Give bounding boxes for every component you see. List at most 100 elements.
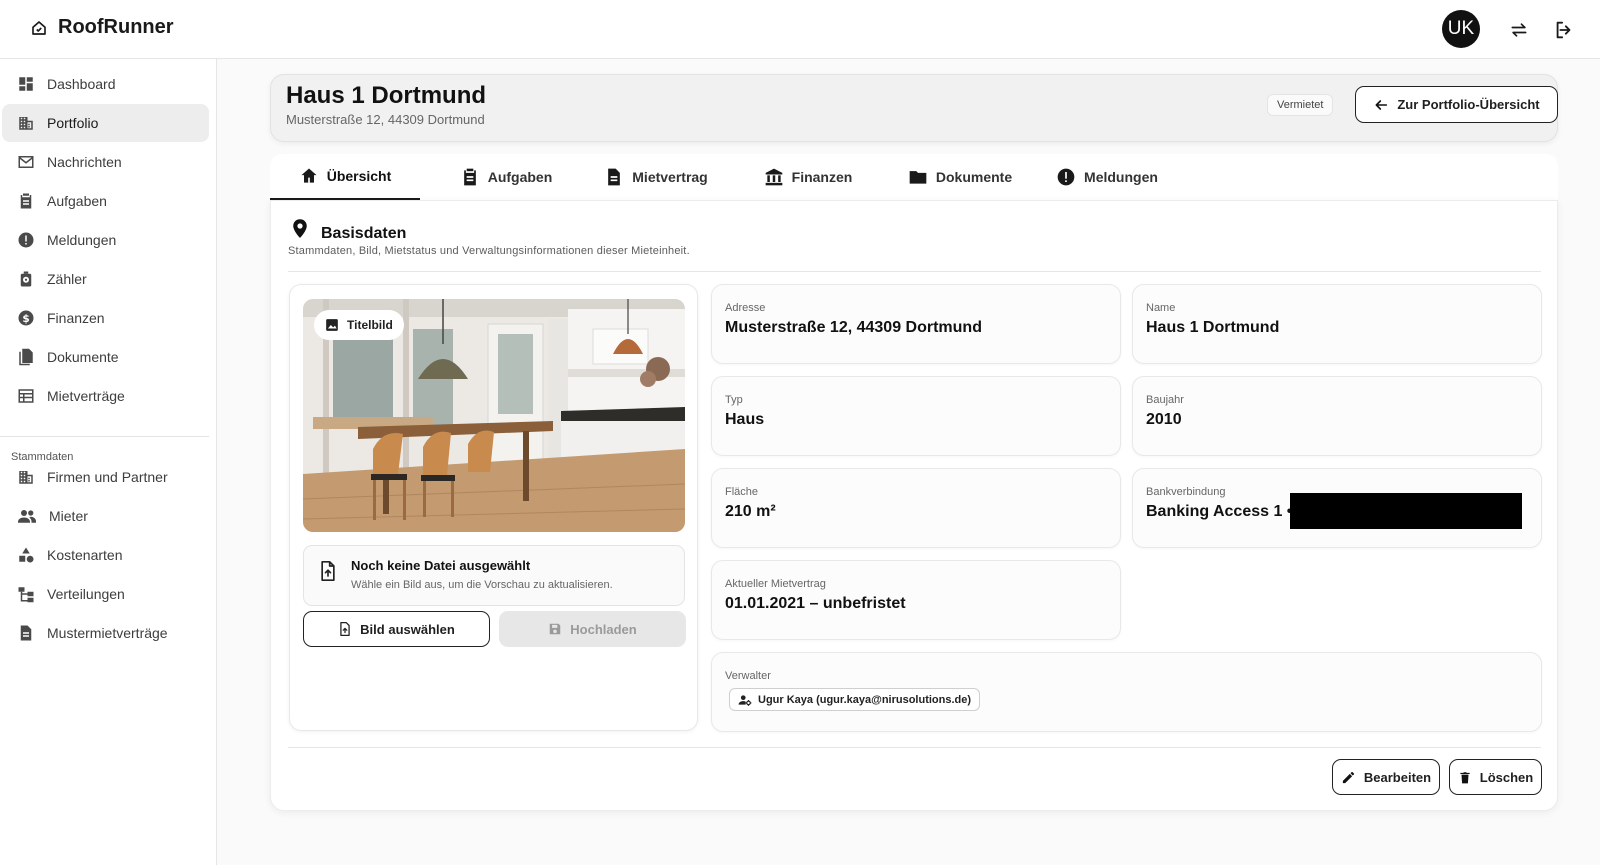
svg-text:$: $	[22, 313, 29, 325]
back-button-label: Zur Portfolio-Übersicht	[1397, 97, 1540, 112]
logout-icon	[1553, 19, 1575, 41]
field-label: Aktueller Mietvertrag	[725, 578, 826, 590]
sidebar-item-dokumente[interactable]: Dokumente	[2, 338, 209, 376]
edit-button[interactable]: Bearbeiten	[1332, 759, 1440, 795]
select-image-label: Bild auswählen	[360, 621, 455, 637]
brand[interactable]: RoofRunner	[30, 16, 174, 39]
sidebar-item-mietvertraege[interactable]: Mietverträge	[2, 377, 209, 415]
tab-label: Meldungen	[1084, 169, 1158, 185]
swap-arrows-icon	[1509, 20, 1529, 40]
switch-button[interactable]	[1506, 17, 1532, 43]
field-verwalter: Verwalter Ugur Kaya (ugur.kaya@nirusolut…	[711, 652, 1542, 732]
file-status-title: Noch keine Datei ausgewählt	[351, 558, 531, 573]
trash-icon	[1458, 770, 1472, 785]
sidebar-item-label: Dokumente	[47, 349, 119, 365]
sidebar-item-label: Mieter	[49, 508, 88, 524]
field-bankverbindung: Bankverbindung Banking Access 1 •	[1132, 468, 1542, 548]
sidebar-item-mustermietvertraege[interactable]: Mustermietverträge	[2, 614, 209, 652]
tree-icon	[17, 585, 35, 603]
tab-label: Aufgaben	[487, 169, 553, 185]
app-name: RoofRunner	[58, 16, 174, 38]
basisdaten-panel: Basisdaten Stammdaten, Bild, Mietstatus …	[270, 200, 1558, 811]
sidebar-item-label: Meldungen	[47, 232, 117, 248]
sidebar-item-firmen[interactable]: Firmen und Partner	[2, 458, 209, 496]
field-mietvertrag: Aktueller Mietvertrag 01.01.2021 – unbef…	[711, 560, 1121, 640]
alert-icon	[1056, 167, 1076, 187]
sidebar-item-label: Firmen und Partner	[47, 469, 168, 485]
sidebar-item-label: Portfolio	[47, 115, 99, 131]
tab-dokumente[interactable]: Dokumente	[890, 154, 1030, 200]
tab-finanzen[interactable]: Finanzen	[748, 154, 868, 200]
select-image-button[interactable]: Bild auswählen	[303, 611, 490, 647]
tab-label: Mietvertrag	[632, 169, 708, 185]
field-adresse: Adresse Musterstraße 12, 44309 Dortmund	[711, 284, 1121, 364]
manager-chip[interactable]: Ugur Kaya (ugur.kaya@nirusolutions.de)	[729, 688, 981, 711]
sidebar-item-kostenarten[interactable]: Kostenarten	[2, 536, 209, 574]
sidebar-item-label: Aufgaben	[47, 193, 107, 209]
sidebar-item-mieter[interactable]: Mieter	[2, 497, 209, 535]
tab-label: Dokumente	[935, 169, 1013, 185]
field-typ: Typ Haus	[711, 376, 1121, 456]
file-upload-icon	[318, 560, 338, 582]
field-value: Musterstraße 12, 44309 Dortmund	[725, 319, 982, 336]
upload-button[interactable]: Hochladen	[499, 611, 686, 647]
sidebar-item-finanzen[interactable]: $ Finanzen	[2, 299, 209, 337]
property-header: Haus 1 Dortmund Musterstraße 12, 44309 D…	[270, 74, 1558, 142]
file-status-box: Noch keine Datei ausgewählt Wähle ein Bi…	[303, 545, 685, 606]
delete-button[interactable]: Löschen	[1449, 759, 1542, 795]
section-title: Basisdaten	[321, 225, 407, 242]
sidebar-item-meldungen[interactable]: Meldungen	[2, 221, 209, 259]
category-icon	[17, 546, 35, 564]
tab-bar: Übersicht Aufgaben Mietvertrag Finanzen …	[270, 154, 1558, 200]
property-photo: Titelbild	[303, 299, 685, 532]
manager-chip-label: Ugur Kaya (ugur.kaya@nirusolutions.de)	[758, 693, 972, 706]
building-icon	[17, 114, 35, 132]
field-name: Name Haus 1 Dortmund	[1132, 284, 1542, 364]
tab-mietvertrag[interactable]: Mietvertrag	[590, 154, 722, 200]
sidebar-item-zaehler[interactable]: Zähler	[2, 260, 209, 298]
titelbild-label: Titelbild	[347, 318, 393, 332]
page-title: Haus 1 Dortmund	[286, 82, 487, 109]
building-icon	[17, 468, 35, 486]
manage-accounts-icon	[738, 693, 752, 707]
folder-icon	[908, 167, 928, 187]
footer-divider	[288, 747, 1541, 748]
sidebar-item-label: Zähler	[47, 271, 87, 287]
arrow-left-icon	[1373, 97, 1389, 113]
logout-button[interactable]	[1551, 17, 1577, 43]
field-baujahr: Baujahr 2010	[1132, 376, 1542, 456]
sidebar-item-aufgaben[interactable]: Aufgaben	[2, 182, 209, 220]
field-label: Bankverbindung	[1146, 486, 1226, 498]
field-label: Baujahr	[1146, 394, 1184, 406]
clipboard-icon	[460, 167, 480, 187]
field-label: Adresse	[725, 302, 766, 314]
bank-icon	[764, 167, 784, 187]
field-label: Verwalter	[725, 670, 771, 682]
clipboard-icon	[17, 192, 35, 210]
edit-label: Bearbeiten	[1363, 769, 1432, 785]
sidebar-item-portfolio[interactable]: Portfolio	[2, 104, 209, 142]
sidebar-divider	[0, 436, 209, 437]
sidebar-item-label: Mustermietverträge	[47, 625, 168, 641]
field-value: 01.01.2021 – unbefristet	[725, 595, 906, 612]
sidebar-item-dashboard[interactable]: Dashboard	[2, 65, 209, 103]
document-icon	[17, 624, 35, 642]
back-to-portfolio-button[interactable]: Zur Portfolio-Übersicht	[1355, 86, 1558, 123]
dashboard-icon	[17, 75, 35, 93]
user-avatar[interactable]: UK	[1442, 10, 1480, 48]
people-icon	[17, 507, 37, 525]
tab-uebersicht[interactable]: Übersicht	[270, 154, 420, 200]
table-icon	[17, 387, 35, 405]
tab-meldungen[interactable]: Meldungen	[1042, 154, 1172, 200]
document-icon	[604, 167, 624, 187]
sidebar-item-nachrichten[interactable]: Nachrichten	[2, 143, 209, 181]
titelbild-chip: Titelbild	[314, 310, 404, 340]
pencil-icon	[1341, 770, 1356, 785]
field-label: Name	[1146, 302, 1176, 314]
tab-label: Finanzen	[791, 169, 853, 185]
status-badge: Vermietet	[1267, 94, 1334, 116]
field-value: Haus	[725, 411, 765, 428]
tab-aufgaben[interactable]: Aufgaben	[446, 154, 566, 200]
sidebar-item-verteilungen[interactable]: Verteilungen	[2, 575, 209, 613]
field-flaeche: Fläche 210 m²	[711, 468, 1121, 548]
